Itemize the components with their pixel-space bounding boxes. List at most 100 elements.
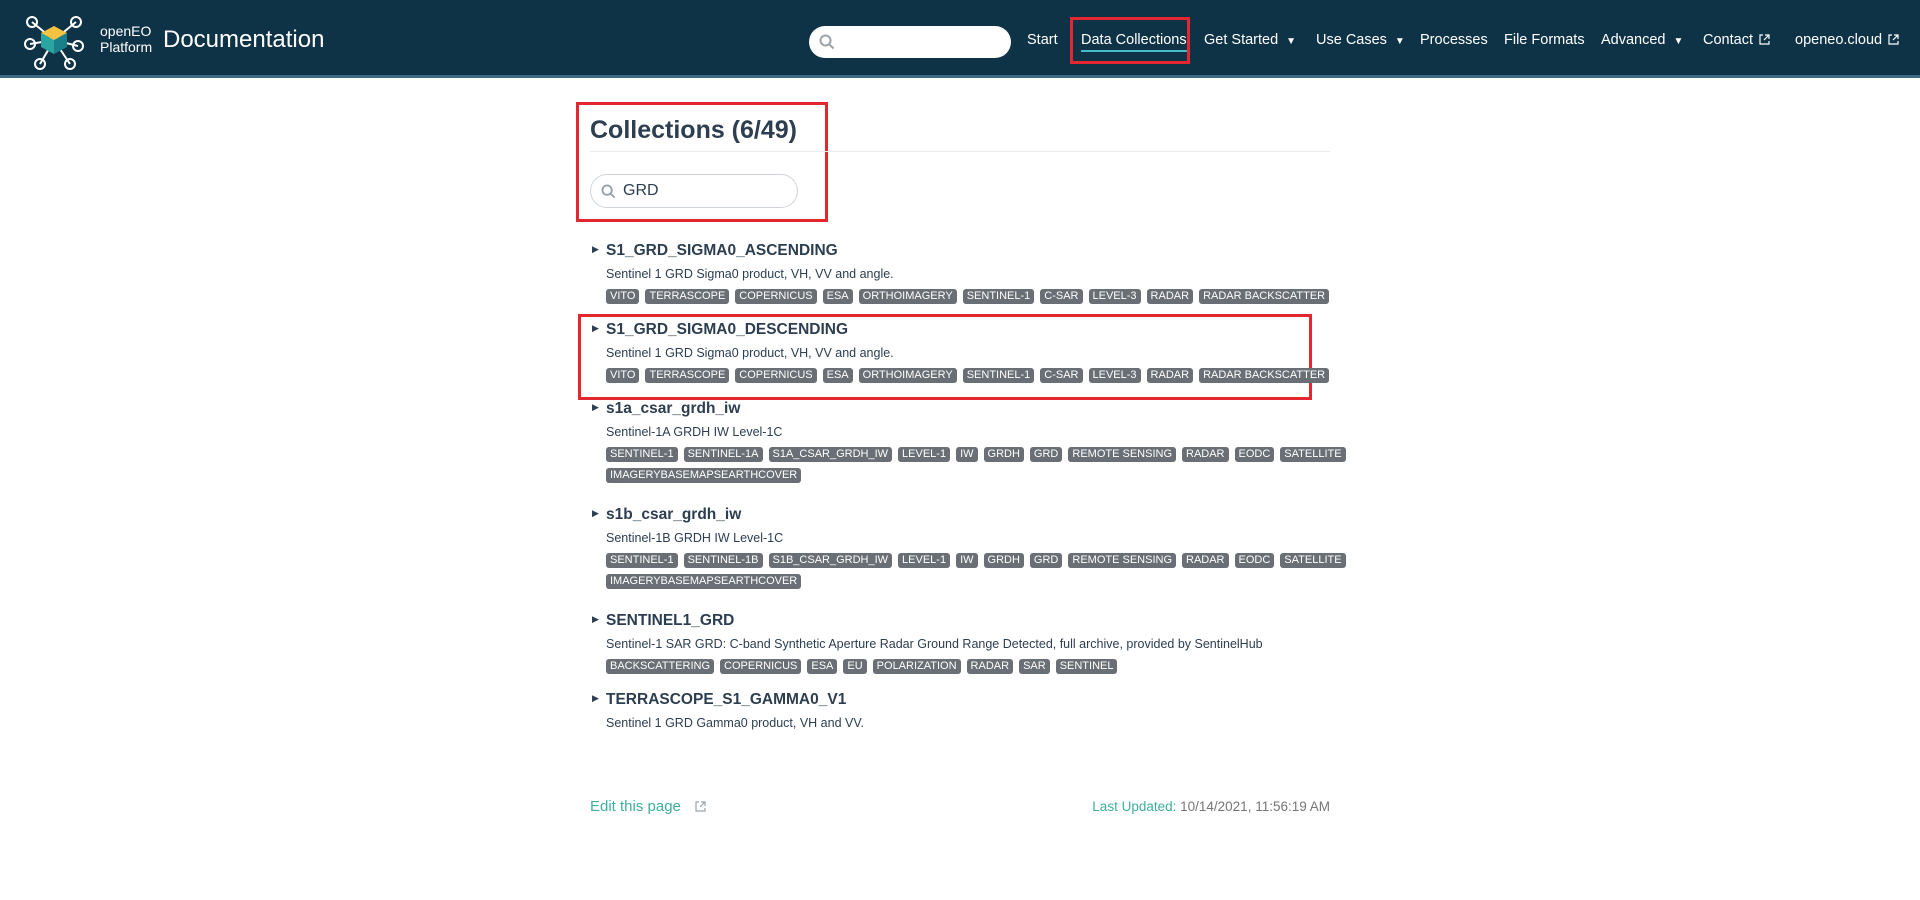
nav-use-cases[interactable]: Use Cases ▼ [1316,32,1405,48]
chevron-down-icon: ▼ [1673,36,1684,47]
keyword-tag: SENTINEL-1 [962,368,1035,383]
nav-get-started[interactable]: Get Started ▼ [1204,32,1296,48]
keyword-tag: ESA [807,659,838,674]
collection-header[interactable]: ▶ S1_GRD_SIGMA0_ASCENDING [590,242,1350,262]
keyword-tag: S1A_CSAR_GRDH_IW [768,447,893,462]
expand-triangle-icon[interactable]: ▶ [592,323,599,334]
expand-triangle-icon[interactable]: ▶ [592,614,599,625]
collection-item: ▶ S1_GRD_SIGMA0_ASCENDING Sentinel 1 GRD… [590,242,1350,304]
nav-get-started-label: Get Started [1204,32,1279,48]
collection-header[interactable]: ▶ S1_GRD_SIGMA0_DESCENDING [590,321,1350,341]
collection-description: Sentinel-1A GRDH IW Level-1C [606,425,783,439]
title-divider [590,151,1330,152]
collection-name[interactable]: S1_GRD_SIGMA0_DESCENDING [606,321,848,339]
chevron-down-icon: ▼ [1394,36,1405,47]
search-icon [601,184,616,199]
site-title[interactable]: Documentation [163,26,324,54]
keyword-tag: IW [956,553,978,568]
keyword-tag: SENTINEL-1 [606,447,678,462]
collection-filter-input[interactable] [621,181,785,201]
collection-name[interactable]: S1_GRD_SIGMA0_ASCENDING [606,242,838,260]
keyword-tag: SENTINEL-1A [683,447,763,462]
keyword-tag: SENTINEL-1 [962,289,1035,304]
top-navbar: openEO Platform Documentation Start Data… [0,0,1920,78]
collection-tags: BACKSCATTERING COPERNICUS ESA EU POLARIZATIO… [606,659,1346,674]
last-updated: Last Updated: 10/14/2021, 11:56:19 AM [1092,799,1330,814]
keyword-tag: IW [956,447,978,462]
external-link-icon [695,801,706,812]
nav-contact-label: Contact [1703,32,1753,48]
keyword-tag: COPERNICUS [735,289,817,304]
nav-openeo-cloud[interactable]: openeo.cloud [1795,32,1899,48]
nav-file-formats[interactable]: File Formats [1504,32,1585,48]
collection-description: Sentinel 1 GRD Gamma0 product, VH and VV… [606,716,865,730]
expand-triangle-icon[interactable]: ▶ [592,508,599,519]
brand-line-1: openEO [100,23,152,39]
nav-contact[interactable]: Contact [1703,32,1770,48]
collection-tags: VITO TERRASCOPE COPERNICUS ESA ORTHOIMAGERY S… [606,289,1346,304]
search-icon [819,34,835,50]
nav-advanced[interactable]: Advanced ▼ [1601,32,1683,48]
keyword-tag: EU [843,659,867,674]
collection-header[interactable]: ▶ s1a_csar_grdh_iw [590,400,1350,420]
collection-name[interactable]: s1a_csar_grdh_iw [606,400,740,418]
collection-description: Sentinel-1B GRDH IW Level-1C [606,531,784,545]
keyword-tag: TERRASCOPE [645,368,730,383]
keyword-tag: RADAR BACKSCATTER [1199,368,1330,383]
collection-item: ▶ SENTINEL1_GRD Sentinel-1 SAR GRD: C-ba… [590,612,1350,674]
edit-page-label: Edit this page [590,798,681,815]
keyword-tag: ORTHOIMAGERY [858,289,957,304]
keyword-tag: SATELLITE [1280,447,1346,462]
keyword-tag: EODC [1234,447,1275,462]
last-updated-value: 10/14/2021, 11:56:19 AM [1180,799,1330,814]
keyword-tag: RADAR [1182,447,1229,462]
external-link-icon [1759,34,1770,45]
brand-text[interactable]: openEO Platform [100,23,152,55]
expand-triangle-icon[interactable]: ▶ [592,693,599,704]
keyword-tag: C-SAR [1040,368,1083,383]
nav-advanced-label: Advanced [1601,32,1666,48]
keyword-tag: GRD [1029,553,1063,568]
last-updated-label: Last Updated: [1092,799,1177,814]
keyword-tag: LEVEL-1 [898,447,951,462]
collection-header[interactable]: ▶ SENTINEL1_GRD [590,612,1350,632]
keyword-tag: RADAR [966,659,1014,674]
collection-description: Sentinel 1 GRD Sigma0 product, VH, VV an… [606,267,894,281]
keyword-tag: SENTINEL-1 [606,553,678,568]
openeo-logo-icon[interactable] [22,10,86,72]
collection-name[interactable]: SENTINEL1_GRD [606,612,734,630]
collection-description: Sentinel 1 GRD Sigma0 product, VH, VV an… [606,346,894,360]
nav-openeo-cloud-label: openeo.cloud [1795,32,1883,48]
keyword-tag: IMAGERYBASEMAPSEARTHCOVER [606,574,802,589]
nav-processes[interactable]: Processes [1420,32,1488,48]
collection-header[interactable]: ▶ TERRASCOPE_S1_GAMMA0_V1 [590,691,1350,711]
page-title: Collections (6/49) [590,116,797,144]
nav-search-input[interactable] [809,26,1011,58]
keyword-tag: RADAR BACKSCATTER [1199,289,1330,304]
keyword-tag: SENTINEL [1055,659,1118,674]
collection-item: ▶ TERRASCOPE_S1_GAMMA0_V1 Sentinel 1 GRD… [590,691,1350,731]
collection-name[interactable]: TERRASCOPE_S1_GAMMA0_V1 [606,691,846,709]
keyword-tag: ESA [822,368,853,383]
collection-header[interactable]: ▶ s1b_csar_grdh_iw [590,506,1350,526]
keyword-tag: POLARIZATION [872,659,961,674]
edit-page-link[interactable]: Edit this page [590,798,706,815]
collection-name[interactable]: s1b_csar_grdh_iw [606,506,741,524]
nav-use-cases-label: Use Cases [1316,32,1387,48]
collection-description: Sentinel-1 SAR GRD: C-band Synthetic Ape… [606,637,1263,651]
nav-data-collections[interactable]: Data Collections [1081,32,1187,52]
keyword-tag: GRDH [983,553,1024,568]
keyword-tag: VITO [606,289,640,304]
nav-start[interactable]: Start [1027,32,1058,48]
keyword-tag: S1B_CSAR_GRDH_IW [768,553,893,568]
keyword-tag: RADAR [1146,368,1194,383]
keyword-tag: COPERNICUS [720,659,802,674]
collection-tags: VITO TERRASCOPE COPERNICUS ESA ORTHOIMAGERY S… [606,368,1346,383]
expand-triangle-icon[interactable]: ▶ [592,244,599,255]
keyword-tag: RADAR [1182,553,1229,568]
keyword-tag: REMOTE SENSING [1068,447,1176,462]
expand-triangle-icon[interactable]: ▶ [592,402,599,413]
keyword-tag: SAR [1019,659,1050,674]
collection-filter[interactable] [590,174,798,208]
keyword-tag: SENTINEL-1B [683,553,763,568]
